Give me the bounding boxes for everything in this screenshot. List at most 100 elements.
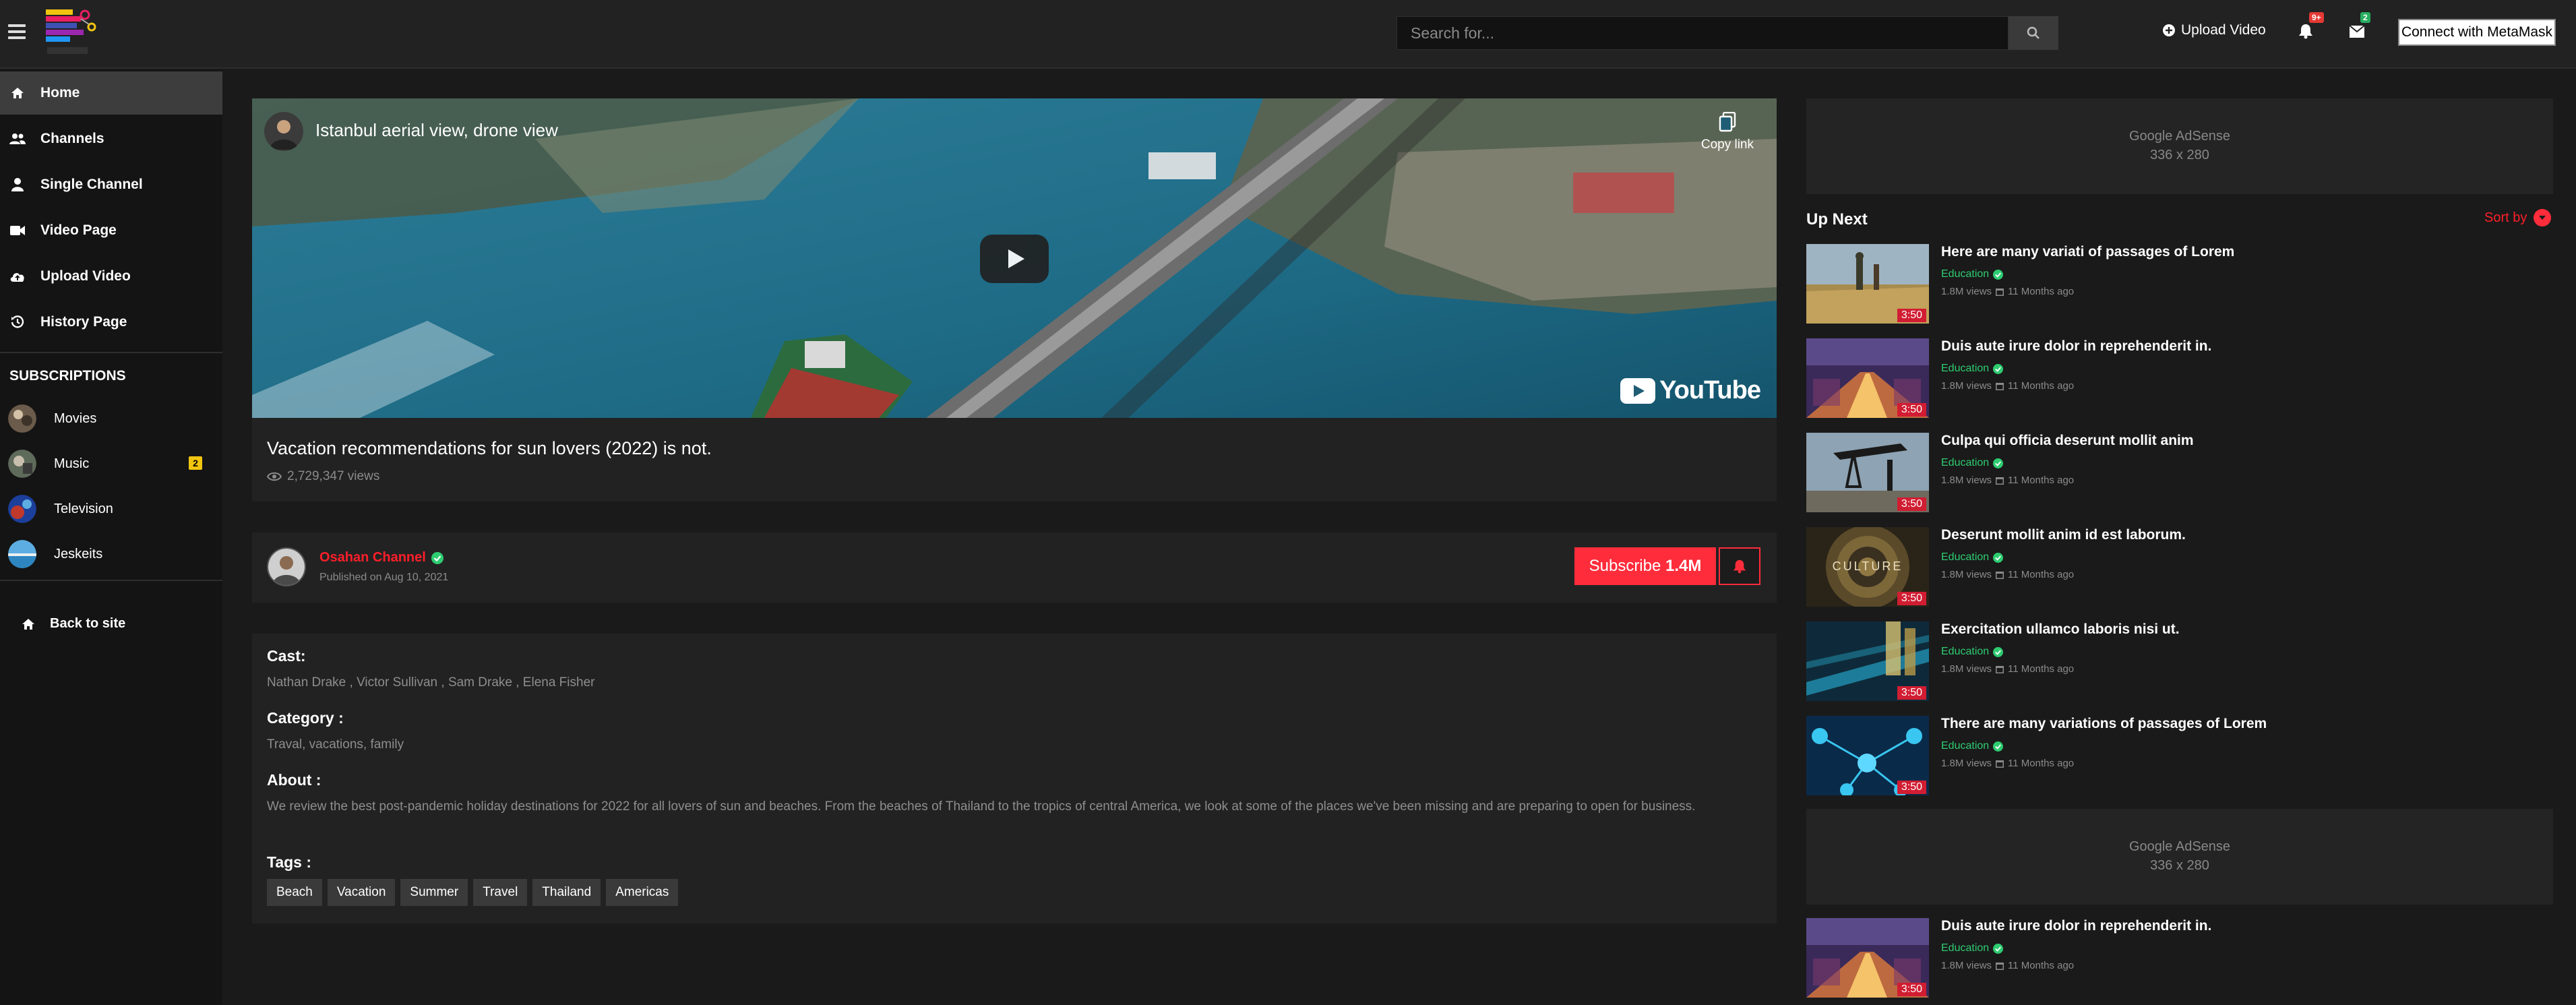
video-category[interactable]: Education — [1941, 942, 2004, 954]
video-camera-icon — [9, 222, 26, 239]
video-title-link[interactable]: Duis aute irure dolor in reprehenderit i… — [1941, 918, 2211, 934]
ad-title: Google AdSense — [2128, 129, 2231, 144]
video-category[interactable]: Education — [1941, 363, 2004, 375]
video-channel-avatar[interactable] — [264, 112, 303, 151]
subscription-label: Music — [54, 456, 90, 471]
channel-name: Osahan Channel — [319, 550, 426, 565]
video-thumbnail[interactable]: 3:50 — [1806, 621, 1929, 701]
sidebar-item-label: Upload Video — [40, 268, 131, 284]
channel-panel: Osahan Channel Published on Aug 10, 2021… — [252, 532, 1777, 603]
video-views: 1.8M views — [1941, 380, 1992, 392]
video-thumbnail[interactable]: 3:50 — [1806, 244, 1929, 324]
subscription-label: Movies — [54, 410, 97, 426]
tag-vacation[interactable]: Vacation — [327, 879, 396, 906]
up-next-video-card[interactable]: 3:50 Exercitation ullamco laboris nisi u… — [1806, 621, 2553, 701]
about-heading: About : — [267, 771, 321, 789]
video-title-link[interactable]: Culpa qui officia deserunt mollit anim — [1941, 433, 2194, 449]
video-title-link[interactable]: There are many variations of passages of… — [1941, 716, 2267, 732]
video-title-link[interactable]: Duis aute irure dolor in reprehenderit i… — [1941, 338, 2211, 355]
sidebar-item-history-page[interactable]: History Page — [0, 301, 222, 344]
video-thumbnail[interactable]: 3:50 — [1806, 716, 1929, 795]
subscription-item-movies[interactable]: Movies — [0, 402, 222, 435]
bell-icon — [2299, 24, 2312, 39]
calendar-icon — [1996, 963, 2004, 970]
connect-metamask-button[interactable]: Connect with MetaMask — [2398, 19, 2556, 46]
subscriptions-heading: SUBSCRIPTIONS — [9, 368, 126, 384]
category-label: Education — [1941, 457, 1990, 468]
video-thumbnail[interactable]: 3:50 — [1806, 433, 1929, 512]
up-next-video-card[interactable]: 3:50 Duis aute irure dolor in reprehende… — [1806, 918, 2553, 998]
history-icon — [9, 314, 26, 330]
notifications-button[interactable]: 9+ — [2298, 12, 2324, 40]
category-heading: Category : — [267, 709, 344, 727]
video-date: 11 Months ago — [2008, 758, 2075, 769]
app-logo[interactable] — [43, 5, 102, 59]
video-title-link[interactable]: Deserunt mollit anim id est laborum. — [1941, 527, 2186, 543]
category-label: Education — [1941, 268, 1990, 280]
up-next-video-card[interactable]: 3:50 There are many variations of passag… — [1806, 716, 2553, 795]
sidebar-item-upload-video[interactable]: Upload Video — [0, 255, 222, 298]
video-category[interactable]: Education — [1941, 740, 2004, 752]
views-count: 2,729,347 views — [287, 469, 380, 483]
tag-beach[interactable]: Beach — [267, 879, 322, 906]
sort-by-label: Sort by — [2484, 210, 2527, 225]
sidebar-item-single-channel[interactable]: Single Channel — [0, 163, 222, 206]
video-category[interactable]: Education — [1941, 551, 2004, 564]
subscribe-button[interactable]: Subscribe 1.4M — [1574, 547, 1716, 585]
play-button[interactable] — [980, 235, 1049, 283]
video-thumbnail[interactable]: 3:50 — [1806, 918, 1929, 998]
tag-americas[interactable]: Americas — [606, 879, 679, 906]
ad-title: Google AdSense — [2128, 839, 2231, 854]
category-label: Education — [1941, 740, 1990, 752]
copy-link-button[interactable]: Copy link — [1701, 112, 1754, 152]
video-category[interactable]: Education — [1941, 457, 2004, 469]
calendar-icon — [1996, 666, 2004, 673]
search-button[interactable] — [2008, 16, 2058, 50]
about-text: We review the best post-pandemic holiday… — [267, 799, 1696, 814]
video-player[interactable]: Istanbul aerial view, drone view Copy li… — [252, 98, 1777, 418]
up-next-video-card[interactable]: 3:50 Duis aute irure dolor in reprehende… — [1806, 338, 2553, 418]
player-video-title[interactable]: Istanbul aerial view, drone view — [315, 120, 558, 141]
envelope-icon — [2350, 26, 2364, 38]
video-title-link[interactable]: Here are many variati of passages of Lor… — [1941, 244, 2234, 260]
sidebar-item-video-page[interactable]: Video Page — [0, 209, 222, 252]
up-next-video-card[interactable]: CULTURE 3:50 Deserunt mollit anim id est… — [1806, 527, 2553, 607]
video-category[interactable]: Education — [1941, 646, 2004, 658]
subscription-item-music[interactable]: Music 2 — [0, 447, 222, 481]
video-views: 1.8M views — [1941, 758, 1992, 769]
subscription-item-television[interactable]: Television — [0, 492, 222, 526]
television-avatar — [8, 495, 36, 523]
tag-summer[interactable]: Summer — [400, 879, 468, 906]
up-next-video-card[interactable]: 3:50 Here are many variati of passages o… — [1806, 244, 2553, 324]
tag-thailand[interactable]: Thailand — [532, 879, 601, 906]
youtube-logo[interactable]: YouTube — [1620, 376, 1761, 405]
video-meta: 1.8M views 11 Months ago — [1941, 569, 2074, 580]
video-thumbnail[interactable]: CULTURE 3:50 — [1806, 527, 1929, 607]
up-next-heading: Up Next — [1806, 210, 1868, 229]
up-next-video-card[interactable]: 3:50 Culpa qui officia deserunt mollit a… — [1806, 433, 2553, 512]
notification-bell-button[interactable] — [1719, 547, 1760, 585]
back-to-site-link[interactable]: Back to site — [22, 616, 125, 632]
video-thumbnail[interactable]: 3:50 — [1806, 338, 1929, 418]
sidebar-item-home[interactable]: Home — [0, 71, 222, 115]
channel-avatar[interactable] — [267, 547, 306, 586]
tag-travel[interactable]: Travel — [473, 879, 528, 906]
channel-name-link[interactable]: Osahan Channel — [319, 550, 443, 566]
video-title-link[interactable]: Exercitation ullamco laboris nisi ut. — [1941, 621, 2180, 638]
search-input[interactable] — [1397, 16, 2008, 50]
sort-by-dropdown[interactable]: Sort by — [2484, 209, 2552, 226]
video-views: 1.8M views — [1941, 960, 1992, 971]
subscription-item-jeskeits[interactable]: Jeskeits — [0, 537, 222, 571]
video-info-panel: Vacation recommendations for sun lovers … — [252, 418, 1777, 501]
menu-toggle-icon[interactable] — [8, 24, 26, 39]
video-views: 1.8M views — [1941, 569, 1992, 580]
ad-size: 336 x 280 — [2150, 148, 2209, 162]
video-category[interactable]: Education — [1941, 268, 2004, 280]
upload-video-link[interactable]: Upload Video — [2162, 20, 2266, 40]
messages-button[interactable]: 2 — [2350, 12, 2372, 40]
sidebar-item-channels[interactable]: Channels — [0, 117, 222, 160]
video-meta: 1.8M views 11 Months ago — [1941, 663, 2074, 675]
calendar-icon — [1996, 477, 2004, 485]
bell-icon — [1733, 559, 1746, 574]
subscription-count-badge: 2 — [189, 456, 202, 470]
